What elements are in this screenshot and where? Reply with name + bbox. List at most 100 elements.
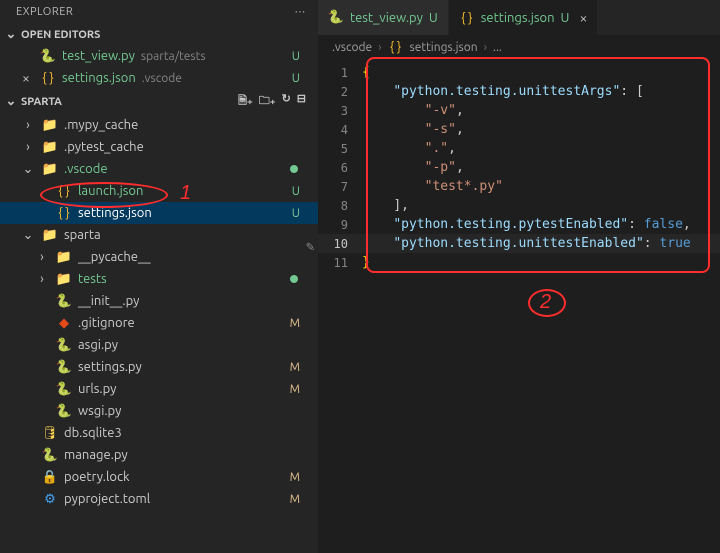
file-name: pyproject.toml: [64, 492, 150, 506]
collapse-icon[interactable]: ⊟: [297, 92, 306, 111]
tree-item[interactable]: 🔒poetry.lockM: [0, 466, 318, 488]
tree-item[interactable]: ›📁__pycache__: [0, 246, 318, 268]
tree-item[interactable]: ›📁.mypy_cache: [0, 114, 318, 136]
code-content: }: [362, 255, 370, 270]
code-content: "python.testing.pytestEnabled": false,: [362, 217, 691, 232]
file-name: .gitignore: [78, 316, 135, 330]
scm-dot: [290, 275, 298, 283]
workspace-section[interactable]: ⌄ SPARTA 🗎₊ 🗀₊ ↻ ⊟: [0, 89, 318, 114]
chevron-down-icon: ⌄: [4, 94, 18, 109]
explorer-header: EXPLORER ···: [0, 0, 318, 24]
code-editor[interactable]: 2 ✎ 1{2 "python.testing.unittestArgs": […: [318, 59, 720, 553]
new-file-icon[interactable]: 🗎₊: [238, 92, 253, 111]
open-editor-item[interactable]: 🐍test_view.pysparta/testsU: [0, 45, 318, 67]
refresh-icon[interactable]: ↻: [282, 92, 291, 111]
open-editor-item[interactable]: ×{ }settings.json.vscodeU: [0, 67, 318, 89]
line-number: 4: [318, 123, 362, 137]
code-content: "test*.py": [362, 179, 503, 194]
line-number: 6: [318, 161, 362, 175]
tree-item[interactable]: ⚙pyproject.tomlM: [0, 488, 318, 510]
breadcrumb[interactable]: .vscode › { } settings.json › ...: [318, 35, 720, 59]
tree-item[interactable]: 🐍manage.py: [0, 444, 318, 466]
file-name: tests: [78, 272, 107, 286]
code-line[interactable]: 9 "python.testing.pytestEnabled": false,: [318, 215, 720, 234]
tab-title: settings.json: [481, 11, 555, 25]
code-line[interactable]: 2 "python.testing.unittestArgs": [: [318, 82, 720, 101]
code-content: "python.testing.unittestEnabled": true: [362, 236, 691, 251]
file-tree: 1 ›📁.mypy_cache›📁.pytest_cache⌄📁.vscode{…: [0, 114, 318, 510]
file-path: sparta/tests: [141, 50, 206, 63]
new-folder-icon[interactable]: 🗀₊: [259, 92, 276, 111]
scm-status: U: [561, 11, 570, 25]
chevron-icon: ⌄: [20, 162, 36, 177]
code-line[interactable]: 10 "python.testing.unittestEnabled": tru…: [318, 234, 720, 253]
chevron-right-icon: ›: [484, 41, 487, 54]
scm-status: M: [290, 493, 300, 506]
line-number: 8: [318, 199, 362, 213]
tree-item[interactable]: ›📁tests: [0, 268, 318, 290]
code-content: {: [362, 65, 370, 80]
chevron-icon: ›: [34, 250, 50, 264]
code-line[interactable]: 11}: [318, 253, 720, 272]
line-number: 7: [318, 180, 362, 194]
tree-item[interactable]: 🐍urls.pyM: [0, 378, 318, 400]
tree-item[interactable]: ⌄📁.vscode: [0, 158, 318, 180]
code-line[interactable]: 5 ".",: [318, 139, 720, 158]
line-number: 2: [318, 85, 362, 99]
tree-item[interactable]: ⌄📁sparta: [0, 224, 318, 246]
line-number: 5: [318, 142, 362, 156]
tree-item[interactable]: 🐍asgi.py: [0, 334, 318, 356]
line-number: 3: [318, 104, 362, 118]
scm-status: U: [429, 11, 438, 25]
workspace-label: SPARTA: [21, 96, 62, 108]
code-line[interactable]: 6 "-p",: [318, 158, 720, 177]
json-icon: { }: [388, 39, 404, 55]
tree-item[interactable]: 🐍wsgi.py: [0, 400, 318, 422]
file-name: .mypy_cache: [64, 118, 138, 132]
chevron-icon: ›: [20, 140, 36, 154]
code-content: "-v",: [362, 103, 464, 118]
code-content: "-p",: [362, 160, 464, 175]
file-name: test_view.py: [62, 49, 135, 63]
close-icon[interactable]: ×: [579, 10, 587, 26]
line-number: 10: [318, 237, 362, 251]
code-line[interactable]: 4 "-s",: [318, 120, 720, 139]
chevron-icon: ›: [20, 118, 36, 132]
file-name: settings.json: [62, 71, 136, 85]
file-name: wsgi.py: [78, 404, 121, 418]
code-content: "python.testing.unittestArgs": [: [362, 84, 644, 99]
line-number: 9: [318, 218, 362, 232]
editor-tab[interactable]: { }settings.jsonU×: [449, 0, 599, 35]
file-name: db.sqlite3: [64, 426, 122, 440]
code-content: ],: [362, 198, 409, 213]
tree-item[interactable]: 🛢db.sqlite3: [0, 422, 318, 444]
tree-item[interactable]: { }launch.jsonU: [0, 180, 318, 202]
code-content: ".",: [362, 141, 456, 156]
workspace-actions: 🗎₊ 🗀₊ ↻ ⊟: [238, 92, 314, 111]
tree-item[interactable]: 🐍__init__.py: [0, 290, 318, 312]
chevron-down-icon: ⌄: [4, 27, 18, 42]
breadcrumb-folder: .vscode: [332, 41, 372, 54]
chevron-right-icon: ›: [378, 41, 381, 54]
code-line[interactable]: 1{: [318, 63, 720, 82]
editor-tab[interactable]: 🐍test_view.pyU: [318, 0, 449, 35]
code-content: "-s",: [362, 122, 464, 137]
file-name: .vscode: [64, 162, 108, 176]
code-line[interactable]: 8 ],: [318, 196, 720, 215]
open-editors-section[interactable]: ⌄ OPEN EDITORS: [0, 24, 318, 45]
file-name: __init__.py: [78, 294, 139, 308]
tree-item[interactable]: ◆.gitignoreM: [0, 312, 318, 334]
close-icon[interactable]: ×: [18, 70, 34, 86]
breadcrumb-extra: ...: [493, 41, 502, 54]
tree-item[interactable]: 🐍settings.pyM: [0, 356, 318, 378]
scm-dot: [290, 165, 298, 173]
tree-item[interactable]: ›📁.pytest_cache: [0, 136, 318, 158]
explorer-more-icon[interactable]: ···: [295, 6, 306, 18]
scm-status: M: [290, 383, 300, 396]
tree-item[interactable]: { }settings.jsonU: [0, 202, 318, 224]
code-line[interactable]: 3 "-v",: [318, 101, 720, 120]
explorer-title: EXPLORER: [16, 6, 73, 18]
editor-panel: 🐍test_view.pyU { } settings.json U × .vscode…: [318, 0, 720, 553]
annotation-text-2: 2: [540, 291, 551, 314]
code-line[interactable]: 7 "test*.py": [318, 177, 720, 196]
